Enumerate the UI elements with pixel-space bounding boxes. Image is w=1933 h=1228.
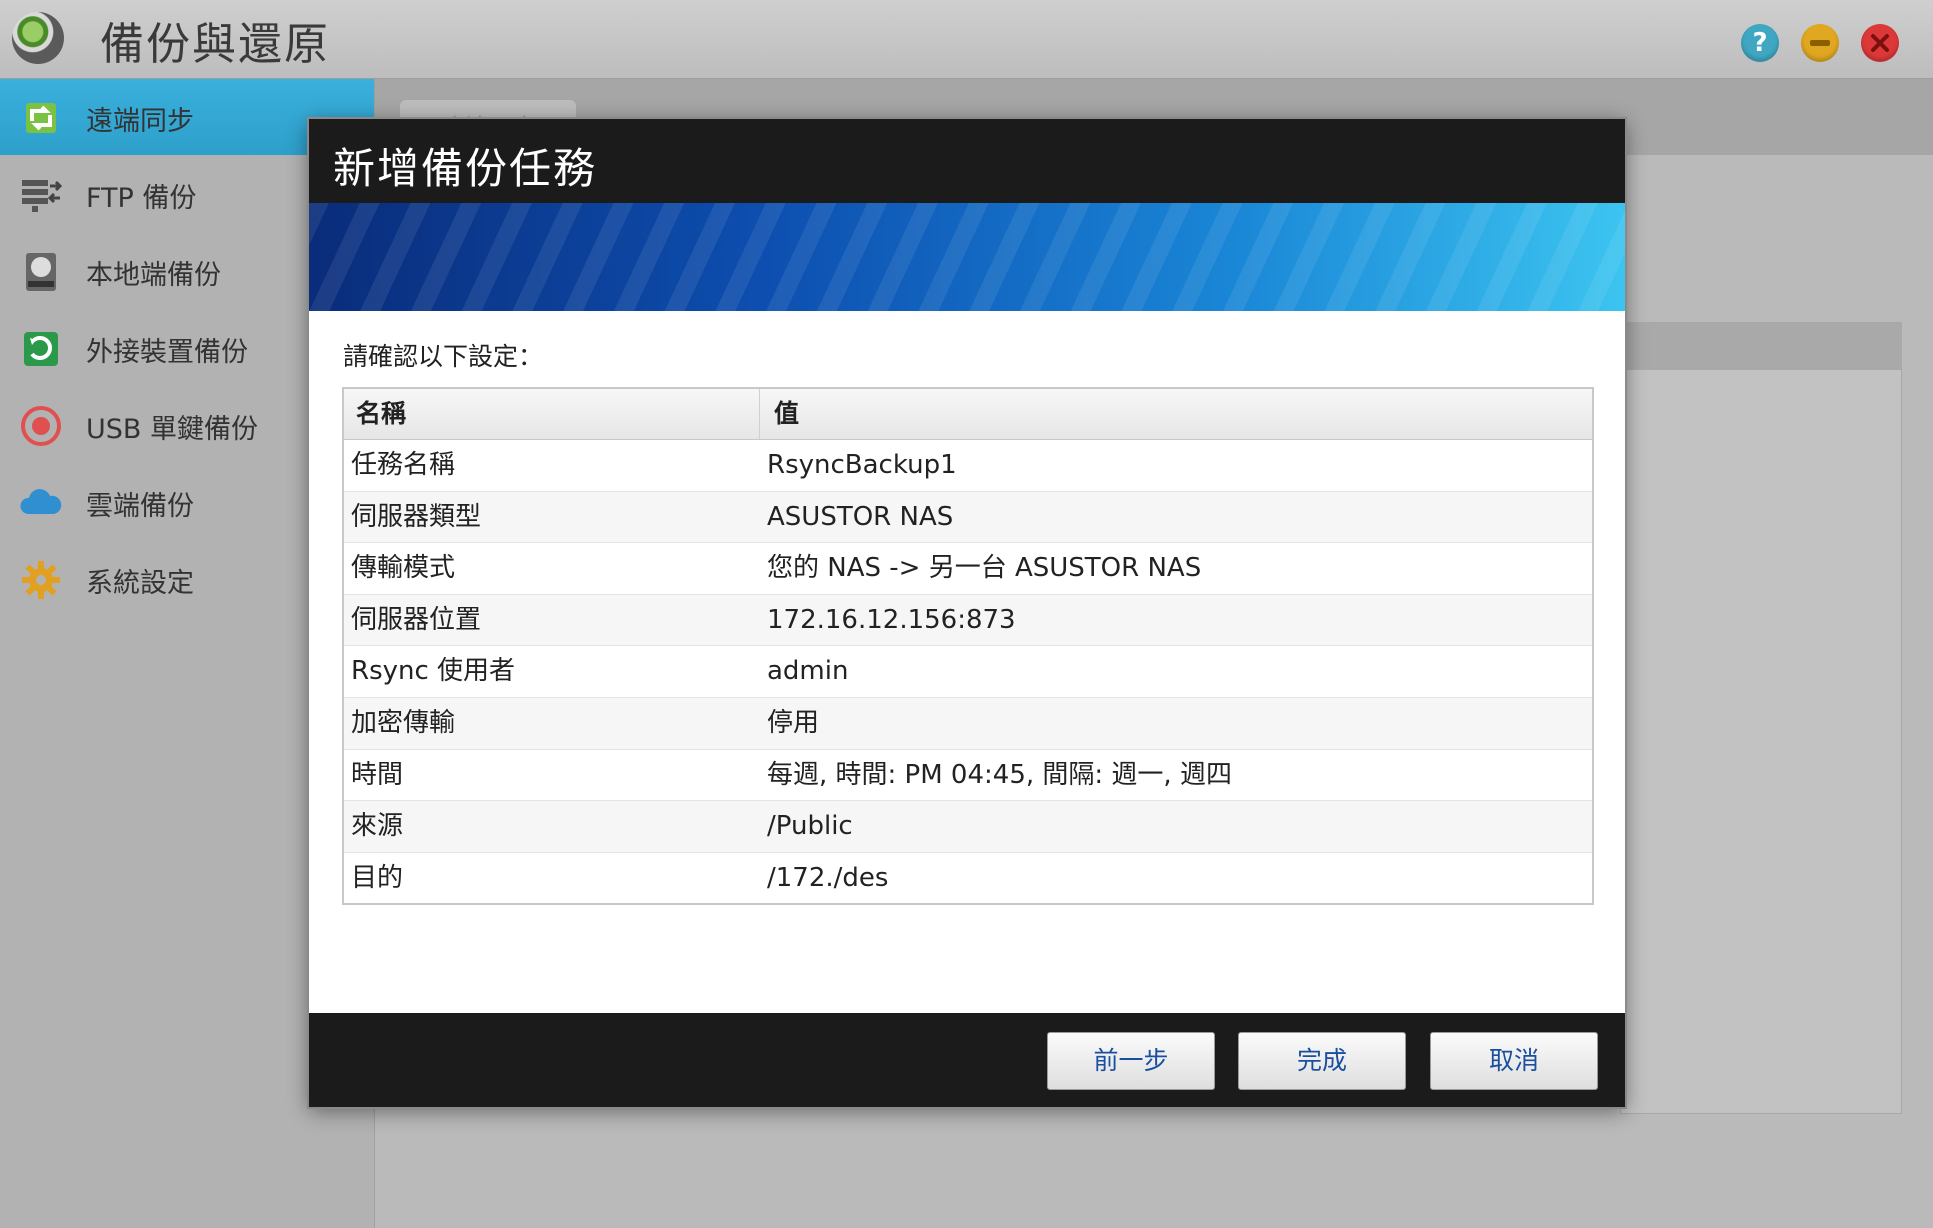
dialog-title: 新增備份任務 xyxy=(333,144,598,193)
close-icon xyxy=(1871,34,1889,52)
minimize-button[interactable] xyxy=(1801,24,1839,62)
row-value: /172./des xyxy=(767,862,889,893)
row-name: 加密傳輸 xyxy=(351,707,456,738)
table-body: 任務名稱 RsyncBackup1 伺服器類型 ASUSTOR NAS 傳輸模式… xyxy=(344,440,1592,903)
dialog-header: 新增備份任務 xyxy=(309,119,1625,203)
cloud-icon xyxy=(20,489,62,514)
row-value: 停用 xyxy=(767,707,820,738)
previous-button[interactable]: 前一步 xyxy=(1047,1032,1215,1090)
finish-button[interactable]: 完成 xyxy=(1238,1032,1406,1090)
row-name: 目的 xyxy=(351,862,404,893)
row-value: RsyncBackup1 xyxy=(767,450,957,480)
table-row: Rsync 使用者 admin xyxy=(344,646,1592,698)
sidebar-item-label: 本地端備份 xyxy=(86,260,221,291)
cancel-button[interactable]: 取消 xyxy=(1430,1032,1598,1090)
table-row: 伺服器類型 ASUSTOR NAS xyxy=(344,491,1592,544)
row-value: 每週, 時間: PM 04:45, 間隔: 週一, 週四 xyxy=(767,759,1232,790)
close-button[interactable] xyxy=(1861,24,1899,62)
external-device-icon xyxy=(24,332,58,366)
confirm-settings-label: 請確認以下設定： xyxy=(343,342,544,371)
table-header: 名稱 值 xyxy=(344,389,1592,440)
local-drive-icon xyxy=(26,253,56,291)
table-row: 目的 /172./des xyxy=(344,853,1592,904)
row-name: 任務名稱 xyxy=(351,450,456,480)
sidebar-item-label: 遠端同步 xyxy=(86,106,194,137)
settings-summary-table: 名稱 值 任務名稱 RsyncBackup1 伺服器類型 ASUSTOR NAS… xyxy=(342,387,1594,906)
row-value: 您的 NAS -> 另一台 ASUSTOR NAS xyxy=(767,553,1202,584)
background-panel xyxy=(1620,322,1902,1114)
row-value: admin xyxy=(767,656,849,687)
sidebar-item-label: USB 單鍵備份 xyxy=(86,414,259,445)
row-name: 來源 xyxy=(351,811,404,842)
backup-restore-app-icon xyxy=(12,12,64,64)
sidebar-item-label: 系統設定 xyxy=(86,568,194,599)
row-name: 伺服器類型 xyxy=(351,501,482,532)
row-name: 時間 xyxy=(351,759,404,790)
column-header-value: 值 xyxy=(774,399,800,428)
background-panel-header xyxy=(1620,322,1902,370)
sync-icon xyxy=(26,103,56,133)
add-backup-task-dialog: 新增備份任務 請確認以下設定： 名稱 值 任務名稱 RsyncBackup1 伺… xyxy=(309,119,1625,1107)
table-row: 伺服器位置 172.16.12.156:873 xyxy=(344,594,1592,647)
table-row: 傳輸模式 您的 NAS -> 另一台 ASUSTOR NAS xyxy=(344,543,1592,595)
dialog-footer: 前一步 完成 取消 xyxy=(309,1013,1625,1107)
table-row: 加密傳輸 停用 xyxy=(344,697,1592,750)
sidebar-item-label: 雲端備份 xyxy=(86,491,194,522)
row-name: Rsync 使用者 xyxy=(351,656,516,687)
table-row: 來源 /Public xyxy=(344,801,1592,853)
gear-icon xyxy=(22,561,60,599)
row-name: 伺服器位置 xyxy=(351,604,482,635)
row-value: 172.16.12.156:873 xyxy=(767,604,1016,635)
sidebar-item-label: FTP 備份 xyxy=(86,183,197,214)
title-bar: 備份與還原 ? xyxy=(0,0,1933,79)
app-title: 備份與還原 xyxy=(100,19,330,70)
column-header-name: 名稱 xyxy=(344,389,760,439)
sidebar-item-label: 外接裝置備份 xyxy=(86,337,248,368)
row-value: ASUSTOR NAS xyxy=(767,501,954,532)
table-row: 任務名稱 RsyncBackup1 xyxy=(344,440,1592,492)
dialog-banner xyxy=(309,203,1625,311)
row-name: 傳輸模式 xyxy=(351,553,456,584)
usb-one-touch-icon xyxy=(21,406,61,446)
row-value: /Public xyxy=(767,811,853,842)
help-button[interactable]: ? xyxy=(1741,24,1779,62)
ftp-icon xyxy=(22,180,62,212)
table-row: 時間 每週, 時間: PM 04:45, 間隔: 週一, 週四 xyxy=(344,750,1592,802)
